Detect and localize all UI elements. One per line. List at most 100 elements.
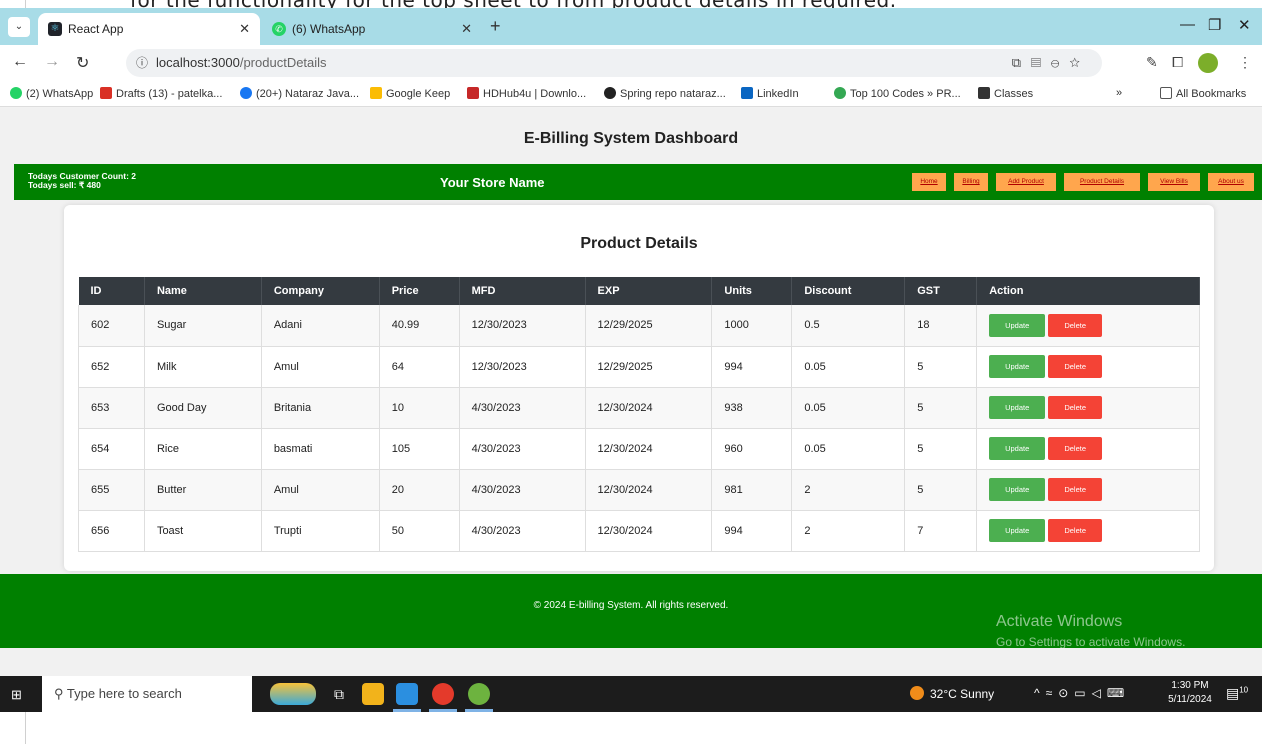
battery-icon[interactable]: ▭ (1074, 686, 1091, 700)
forward-arrow-icon[interactable]: → (44, 53, 60, 71)
cell-id: 652 (78, 346, 145, 388)
volume-icon[interactable]: ◁ (1092, 686, 1107, 700)
bookmark-classes[interactable]: Classes (978, 87, 1033, 100)
delete-button[interactable]: Delete (1048, 355, 1103, 378)
nav-links: Home Billing Add Product Product Details Vie… (904, 173, 1254, 191)
cell-price: 10 (379, 387, 460, 429)
cell-action: Update Delete (976, 387, 1200, 429)
extensions-icon[interactable]: ⧠ (1172, 54, 1183, 71)
beach-news-icon[interactable] (270, 683, 316, 705)
bookmark-linkedin[interactable]: LinkedIn (741, 87, 799, 100)
site-info-icon[interactable]: ⓘ (136, 49, 148, 77)
nav-add-product[interactable]: Add Product (996, 173, 1056, 191)
all-bookmarks[interactable]: All Bookmarks (1160, 87, 1246, 100)
update-button[interactable]: Update (989, 396, 1046, 419)
cell-action: Update Delete (976, 428, 1200, 470)
windows-start-icon[interactable]: ⊞ (11, 687, 22, 703)
update-button[interactable]: Update (989, 313, 1046, 337)
cell-mfd: 4/30/2023 (459, 469, 586, 511)
bookmark-google-keep[interactable]: Google Keep (370, 87, 450, 100)
delete-button[interactable]: Delete (1048, 478, 1103, 501)
file-explorer-icon[interactable] (362, 683, 384, 705)
zoom-icon[interactable]: ⊖ (1051, 55, 1069, 70)
delete-button[interactable]: Delete (1048, 396, 1103, 419)
update-button[interactable]: Update (989, 437, 1046, 460)
table-row: 652 Milk Amul 64 12/30/2023 12/29/2025 994 0.05… (78, 346, 1200, 388)
cell-company: Adani (261, 305, 380, 347)
minimize-icon[interactable]: — (1180, 16, 1195, 33)
chrome-active-indicator (429, 709, 457, 712)
bookmark-hdhub[interactable]: HDHub4u | Downlo... (467, 87, 586, 100)
nav-billing[interactable]: Billing (954, 173, 988, 191)
wifi-icon[interactable]: ≈ (1046, 686, 1059, 700)
nav-home[interactable]: Home (912, 173, 946, 191)
vscode-icon[interactable] (396, 683, 418, 705)
delete-button[interactable]: Delete (1048, 519, 1103, 542)
cell-units: 994 (711, 346, 793, 388)
bookmark-facebook[interactable]: (20+) Nataraz Java... (240, 87, 359, 100)
tab-whatsapp[interactable]: ✆ (6) WhatsApp ✕ (262, 13, 482, 45)
window-close-icon[interactable]: ✕ (1238, 16, 1251, 34)
delete-button[interactable]: Delete (1048, 313, 1103, 337)
header-action: Action (976, 277, 1200, 305)
activate-windows-watermark: Activate Windows Go to Settings to activ… (996, 612, 1185, 652)
cell-id: 602 (78, 305, 145, 347)
bookmark-gmail[interactable]: Drafts (13) - patelka... (100, 87, 222, 100)
table-row: 654 Rice basmati 105 4/30/2023 12/30/2024 960 0… (78, 428, 1200, 470)
install-app-icon[interactable]: ⧉ (1012, 55, 1031, 70)
keyboard-icon[interactable]: ⌨ (1107, 686, 1130, 700)
weather-widget[interactable]: 32°C Sunny (910, 686, 994, 701)
cell-gst: 5 (904, 387, 978, 429)
edit-icon[interactable]: ✎ (1146, 54, 1158, 71)
reload-icon[interactable]: ↻ (76, 53, 89, 73)
bookmarks-overflow-icon[interactable]: » (1116, 87, 1122, 99)
restore-icon[interactable]: ❐ (1208, 16, 1221, 34)
bookmark-top100[interactable]: Top 100 Codes » PR... (834, 87, 961, 100)
update-button[interactable]: Update (989, 478, 1046, 501)
cell-name: Toast (144, 510, 262, 552)
new-tab-button[interactable]: + (490, 16, 501, 37)
header-discount: Discount (791, 277, 906, 305)
header-price: Price (379, 277, 460, 305)
header-gst: GST (904, 277, 978, 305)
react-favicon-icon: ⚛ (48, 22, 62, 36)
translate-icon[interactable]: ▤ (1031, 55, 1051, 70)
nav-product-details[interactable]: Product Details (1064, 173, 1140, 191)
cell-units: 938 (711, 387, 793, 429)
bookmark-github[interactable]: Spring repo nataraz... (604, 87, 726, 100)
notification-icon[interactable]: ▤10 (1226, 685, 1248, 702)
header-units: Units (711, 277, 793, 305)
chrome-icon[interactable] (432, 683, 454, 705)
tab-react-app[interactable]: ⚛ React App ✕ (38, 13, 260, 45)
cell-action: Update Delete (976, 469, 1200, 511)
update-button[interactable]: Update (989, 519, 1046, 542)
taskbar-search[interactable]: ⚲ Type here to search (42, 676, 252, 712)
taskbar-clock[interactable]: 1:30 PM 5/11/2024 (1162, 679, 1218, 707)
back-arrow-icon[interactable]: ← (12, 53, 28, 71)
menu-kebab-icon[interactable]: ⋮ (1238, 54, 1252, 71)
bookmark-whatsapp[interactable]: (2) WhatsApp (10, 87, 93, 100)
table-row: 655 Butter Amul 20 4/30/2023 12/30/2024 981 2 5 U… (78, 469, 1200, 511)
clock-date: 5/11/2024 (1168, 694, 1212, 705)
cell-name: Sugar (144, 305, 262, 347)
delete-button[interactable]: Delete (1048, 437, 1103, 460)
sun-icon (910, 686, 924, 700)
tab-search-icon[interactable]: ⌄ (8, 17, 30, 37)
task-view-icon[interactable]: ⧉ (328, 683, 350, 705)
table-row: 602 Sugar Adani 40.99 12/30/2023 12/29/2025 10… (78, 305, 1200, 347)
watermark-subtitle: Go to Settings to activate Windows. (996, 635, 1186, 649)
cell-price: 64 (379, 346, 460, 388)
close-icon[interactable]: ✕ (239, 13, 250, 45)
spring-tool-icon[interactable] (468, 683, 490, 705)
update-button[interactable]: Update (989, 355, 1046, 378)
bookmark-star-icon[interactable]: ☆ (1069, 55, 1090, 70)
network-icon[interactable]: ⊙ (1058, 686, 1074, 700)
address-bar[interactable]: ⓘ localhost:3000/productDetails ⧉▤⊖☆ (126, 49, 1102, 77)
nav-about-us[interactable]: About us (1208, 173, 1254, 191)
close-icon[interactable]: ✕ (461, 13, 472, 45)
browser-window: ⌄ ⚛ React App ✕ ✆ (6) WhatsApp ✕ + — ❐ ✕… (0, 8, 1262, 712)
nav-view-bills[interactable]: View Bills (1148, 173, 1200, 191)
tray-chevron-icon[interactable]: ^ (1034, 686, 1046, 700)
profile-avatar[interactable] (1198, 53, 1218, 73)
codes-icon (834, 87, 846, 99)
